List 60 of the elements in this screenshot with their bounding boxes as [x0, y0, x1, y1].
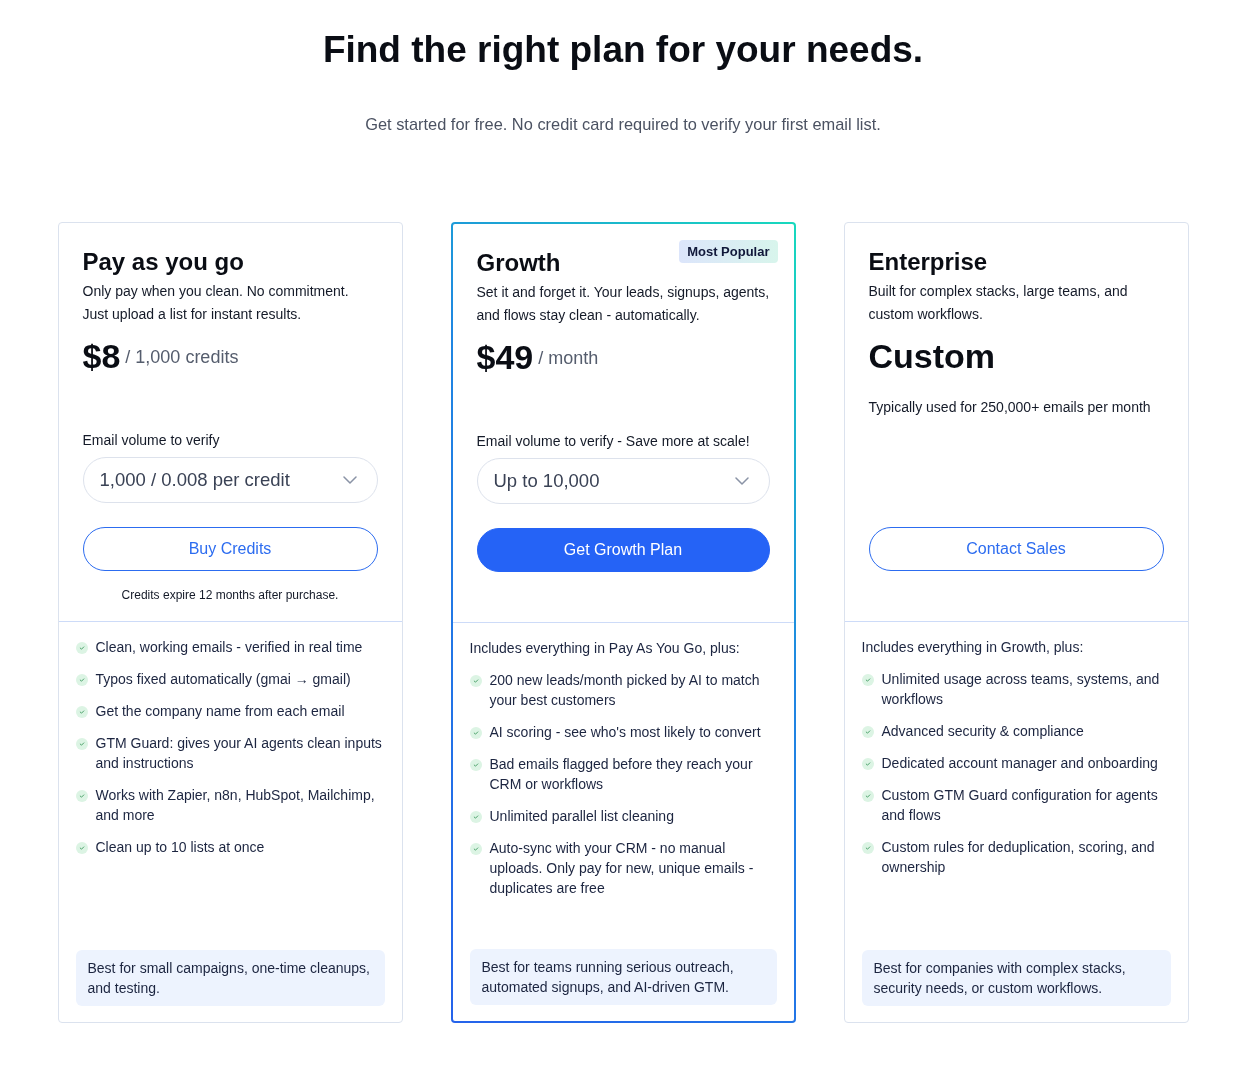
plan-name: Pay as you go	[82, 247, 244, 277]
feature-text: Bad emails flagged before they reach your CRM or workflows	[489, 755, 754, 794]
plan-name: Growth	[476, 248, 561, 278]
check-icon	[861, 674, 874, 686]
check-icon	[75, 642, 88, 654]
credits-note: Credits expire 12 months after purchase.	[121, 588, 339, 602]
feature-text: Clean up to 10 lists at once	[95, 838, 265, 857]
price-unit: / month	[538, 347, 599, 370]
check-icon	[75, 674, 88, 686]
plan-description: Only pay when you clean. No commitment. Just upload a list for instant results.	[82, 282, 350, 324]
plan-button[interactable]: Contact Sales	[868, 527, 1164, 571]
feature-text: Unlimited parallel list cleaning	[489, 807, 674, 826]
feature-text: Get the company name from each email	[95, 702, 345, 721]
check-icon	[861, 790, 874, 802]
feature-text: Dedicated account manager and onboarding	[881, 754, 1158, 773]
feature-text: Custom rules for deduplication, scoring, and ownership	[881, 838, 1156, 877]
plan-price: $8	[82, 336, 121, 376]
plan-description: Built for complex stacks, large teams, and custom workflows.	[868, 282, 1129, 324]
feature-text: Typos fixed automatically (gmai → gmail)	[95, 670, 351, 689]
best-for-note: Best for small campaigns, one-time cleanups, and testing.	[75, 950, 385, 1006]
feature-text: Auto-sync with your CRM - no manual uploads. Only pay for new, unique emails - duplicates are free	[489, 839, 755, 898]
check-icon	[469, 811, 482, 823]
check-icon	[469, 843, 482, 855]
feature-text: 200 new leads/month picked by AI to match your best customers	[489, 671, 761, 710]
check-icon	[861, 758, 874, 770]
check-icon	[861, 726, 874, 738]
plan-button[interactable]: Buy Credits	[82, 527, 378, 571]
plan-name: Enterprise	[868, 247, 988, 277]
plan-button[interactable]: Get Growth Plan	[476, 528, 770, 572]
feature-text: Custom GTM Guard configuration for agents and flows	[881, 786, 1159, 825]
chevron-down-icon	[734, 477, 749, 485]
check-icon	[469, 759, 482, 771]
page-title: Find the right plan for your needs.	[322, 28, 924, 72]
volume-label: Email volume to verify	[82, 431, 220, 450]
includes-text: Includes everything in Growth, plus:	[861, 638, 1084, 657]
check-icon	[75, 790, 88, 802]
plan-price: $49	[476, 337, 534, 377]
feature-text: GTM Guard: gives your AI agents clean inputs and instructions	[95, 734, 383, 773]
feature-text: Unlimited usage across teams, systems, and workflows	[881, 670, 1161, 709]
popular-badge: Most Popular	[679, 240, 778, 263]
price-unit: / 1,000 credits	[125, 346, 239, 369]
check-icon	[469, 675, 482, 687]
chevron-down-icon	[342, 476, 357, 484]
check-icon	[469, 727, 482, 739]
best-for-note: Best for teams running serious outreach, automated signups, and AI-driven GTM.	[469, 949, 777, 1005]
plan-price: Custom	[868, 336, 996, 376]
check-icon	[75, 738, 88, 750]
includes-text: Includes everything in Pay As You Go, plus:	[469, 639, 740, 658]
usage-text: Typically used for 250,000+ emails per month	[868, 398, 1151, 417]
check-icon	[861, 842, 874, 854]
check-icon	[75, 842, 88, 854]
best-for-note: Best for companies with complex stacks, security needs, or custom workflows.	[861, 950, 1171, 1006]
feature-text: Works with Zapier, n8n, HubSpot, Mailchimp, and more	[95, 786, 376, 825]
feature-text: Advanced security & compliance	[881, 722, 1084, 741]
volume-label: Email volume to verify - Save more at scale!	[476, 432, 750, 451]
feature-text: AI scoring - see who's most likely to convert	[489, 723, 761, 742]
check-icon	[75, 706, 88, 718]
plan-description: Set it and forget it. Your leads, signups, agents, and flows stay clean - automatically.	[476, 283, 770, 325]
feature-text: Clean, working emails - verified in real time	[95, 638, 363, 657]
page-subtitle: Get started for free. No credit card required to verify your first email list.	[365, 114, 881, 134]
